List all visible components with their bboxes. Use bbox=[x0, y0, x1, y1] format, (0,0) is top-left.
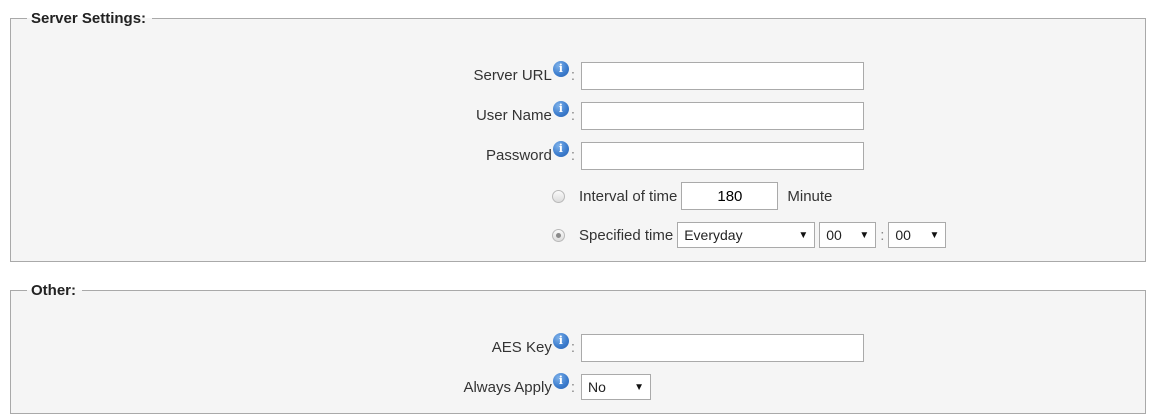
info-icon[interactable]: i bbox=[552, 141, 569, 157]
frequency-select-value: Everyday bbox=[684, 227, 743, 243]
chevron-down-icon: ▼ bbox=[634, 381, 644, 393]
interval-option: Interval of time Minute bbox=[552, 182, 832, 210]
chevron-down-icon: ▼ bbox=[859, 229, 870, 241]
always-apply-row: Always Apply i : No ▼ bbox=[11, 373, 1145, 401]
label-colon: : bbox=[570, 106, 575, 124]
label-colon: : bbox=[570, 146, 575, 164]
hour-select[interactable]: 00 ▼ bbox=[819, 222, 877, 248]
always-apply-label: Always Apply i : bbox=[463, 373, 575, 401]
chevron-down-icon: ▼ bbox=[798, 229, 809, 241]
interval-row: Interval of time Minute bbox=[11, 182, 1145, 210]
password-label: Password i : bbox=[486, 141, 575, 169]
aes-key-label: AES Key i : bbox=[492, 333, 575, 361]
label-colon: : bbox=[570, 66, 575, 84]
always-apply-select[interactable]: No ▼ bbox=[581, 374, 651, 400]
always-apply-label-text: Always Apply bbox=[463, 378, 552, 396]
other-legend: Other: bbox=[31, 282, 76, 299]
password-input[interactable] bbox=[581, 142, 864, 170]
frequency-select[interactable]: Everyday ▼ bbox=[677, 222, 816, 248]
minute-select[interactable]: 00 ▼ bbox=[888, 222, 947, 248]
interval-unit-label: Minute bbox=[787, 187, 833, 205]
label-colon: : bbox=[570, 378, 575, 396]
info-icon[interactable]: i bbox=[552, 101, 569, 117]
aes-key-row: AES Key i : bbox=[11, 333, 1145, 362]
specified-time-option: Specified time Everyday ▼ 00 ▼ : 00 ▼ bbox=[552, 221, 947, 249]
password-row: Password i : bbox=[11, 141, 1145, 170]
user-name-input[interactable] bbox=[581, 102, 864, 130]
user-name-label-text: User Name bbox=[475, 106, 552, 124]
server-url-input[interactable] bbox=[581, 62, 864, 90]
info-icon[interactable]: i bbox=[552, 61, 569, 77]
user-name-label: User Name i : bbox=[476, 101, 575, 129]
aes-key-input[interactable] bbox=[581, 334, 864, 362]
interval-label: Interval of time bbox=[579, 187, 678, 205]
specified-time-radio[interactable] bbox=[552, 228, 565, 242]
chevron-down-icon: ▼ bbox=[929, 229, 940, 241]
server-settings-legend: Server Settings: bbox=[31, 10, 147, 27]
server-url-row: Server URL i : bbox=[11, 61, 1145, 90]
interval-radio[interactable] bbox=[552, 189, 565, 203]
hour-select-value: 00 bbox=[826, 227, 842, 243]
server-url-label: Server URL i : bbox=[473, 61, 575, 89]
minute-select-value: 00 bbox=[895, 227, 911, 243]
always-apply-select-value: No bbox=[588, 379, 606, 395]
info-icon[interactable]: i bbox=[552, 373, 569, 389]
user-name-row: User Name i : bbox=[11, 101, 1145, 130]
time-separator: : bbox=[880, 226, 885, 244]
server-settings-fieldset: Server Settings: Server URL i : User Nam… bbox=[10, 10, 1146, 262]
aes-key-label-text: AES Key bbox=[491, 338, 552, 356]
specified-time-label: Specified time bbox=[579, 226, 674, 244]
interval-minutes-input[interactable] bbox=[681, 182, 779, 210]
info-icon[interactable]: i bbox=[552, 333, 569, 349]
specified-time-row: Specified time Everyday ▼ 00 ▼ : 00 ▼ bbox=[11, 221, 1145, 249]
server-url-label-text: Server URL bbox=[473, 66, 552, 84]
password-label-text: Password bbox=[485, 146, 552, 164]
label-colon: : bbox=[570, 338, 575, 356]
other-fieldset: Other: AES Key i : Always Apply i : No ▼ bbox=[10, 282, 1146, 414]
